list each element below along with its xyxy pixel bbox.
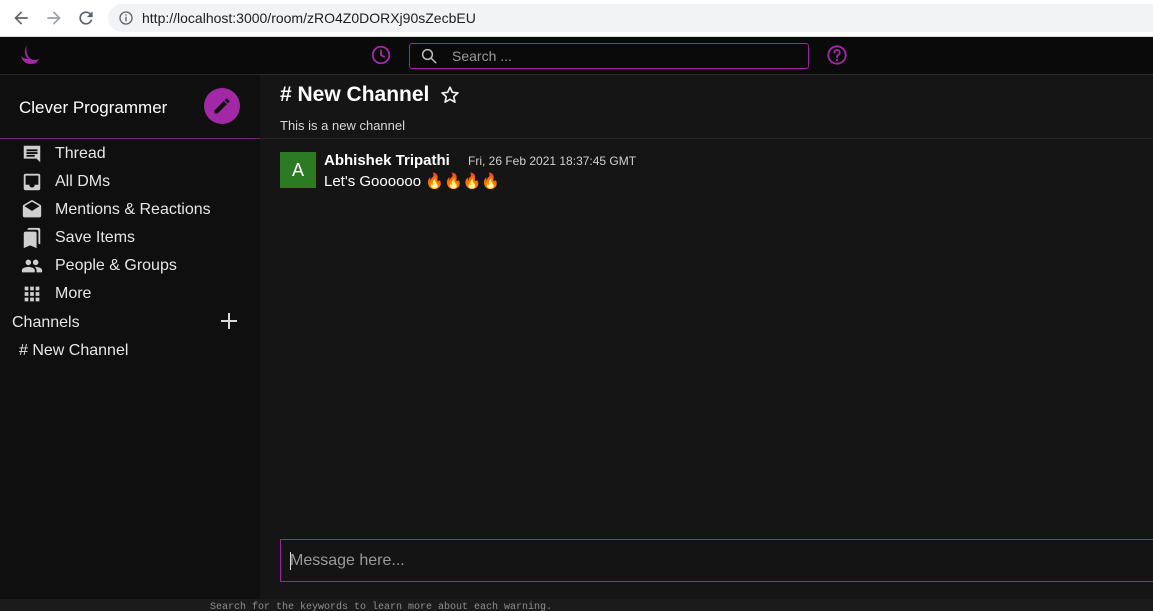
- pencil-icon: [214, 98, 230, 114]
- forward-icon[interactable]: [44, 8, 64, 28]
- channel-item-new-channel[interactable]: # New Channel: [19, 342, 128, 360]
- sidebar: Clever Programmer Thread All DMs Mention…: [0, 75, 260, 611]
- channel-title: # New Channel: [280, 83, 430, 106]
- sidebar-item-label: All DMs: [55, 173, 111, 190]
- sidebar-item-label: People & Groups: [55, 257, 177, 274]
- message-author[interactable]: Abhishek Tripathi: [324, 152, 450, 169]
- message-item: A Abhishek Tripathi Fri, 26 Feb 2021 18:…: [280, 152, 1140, 192]
- add-channel-icon[interactable]: [219, 311, 239, 331]
- people-icon: [21, 255, 43, 277]
- sidebar-item-more[interactable]: More: [0, 280, 260, 308]
- url-text: http://localhost:3000/room/zRO4Z0DORXj90…: [142, 10, 476, 26]
- sidebar-item-people[interactable]: People & Groups: [0, 252, 260, 280]
- reload-icon[interactable]: [76, 8, 96, 28]
- drafts-icon: [21, 199, 43, 221]
- sidebar-item-label: Thread: [55, 145, 106, 162]
- sidebar-item-label: More: [55, 285, 92, 302]
- channel-description: This is a new channel: [280, 118, 406, 133]
- sidebar-item-label: Mentions & Reactions: [55, 201, 211, 218]
- browser-toolbar: http://localhost:3000/room/zRO4Z0DORXj90…: [0, 0, 1153, 37]
- text-caret: [290, 552, 291, 570]
- bookmarks-icon: [21, 227, 43, 249]
- avatar[interactable]: A: [280, 152, 316, 188]
- channels-label: Channels: [12, 314, 80, 331]
- sidebar-item-mentions[interactable]: Mentions & Reactions: [0, 196, 260, 224]
- apps-grid-icon: [21, 283, 43, 305]
- message-text: Let's Goooooo 🔥🔥🔥🔥: [324, 173, 500, 190]
- channel-header: # New Channel This is a new channel: [260, 75, 1153, 139]
- search-icon: [420, 47, 438, 65]
- inbox-icon: [21, 171, 43, 193]
- back-icon[interactable]: [11, 8, 31, 28]
- message-input[interactable]: [290, 550, 1140, 572]
- logo-icon[interactable]: [17, 43, 41, 67]
- sidebar-item-label: Save Items: [55, 229, 136, 246]
- workspace-name: Clever Programmer: [19, 98, 168, 117]
- sidebar-item-saved[interactable]: Save Items: [0, 224, 260, 252]
- search-box[interactable]: [409, 43, 809, 69]
- compose-button[interactable]: [204, 88, 240, 124]
- channels-header: Channels: [0, 311, 260, 335]
- chat-main: # New Channel This is a new channel A Ab…: [260, 75, 1153, 611]
- console-text: Search for the keywords to learn more ab…: [210, 602, 553, 611]
- message-timestamp: Fri, 26 Feb 2021 18:37:45 GMT: [468, 154, 637, 168]
- sidebar-item-thread[interactable]: Thread: [0, 140, 260, 168]
- message-composer[interactable]: [280, 539, 1153, 582]
- address-bar[interactable]: http://localhost:3000/room/zRO4Z0DORXj90…: [108, 4, 1153, 32]
- history-icon[interactable]: [370, 44, 392, 66]
- info-icon[interactable]: [118, 10, 134, 26]
- console-strip: Search for the keywords to learn more ab…: [0, 599, 1153, 611]
- search-input[interactable]: [452, 47, 792, 65]
- help-icon[interactable]: [826, 44, 848, 66]
- app-header: [0, 37, 1153, 75]
- sidebar-item-all-dms[interactable]: All DMs: [0, 168, 260, 196]
- thread-icon: [21, 143, 43, 165]
- workspace-header: Clever Programmer: [0, 75, 260, 139]
- star-icon[interactable]: [439, 84, 461, 106]
